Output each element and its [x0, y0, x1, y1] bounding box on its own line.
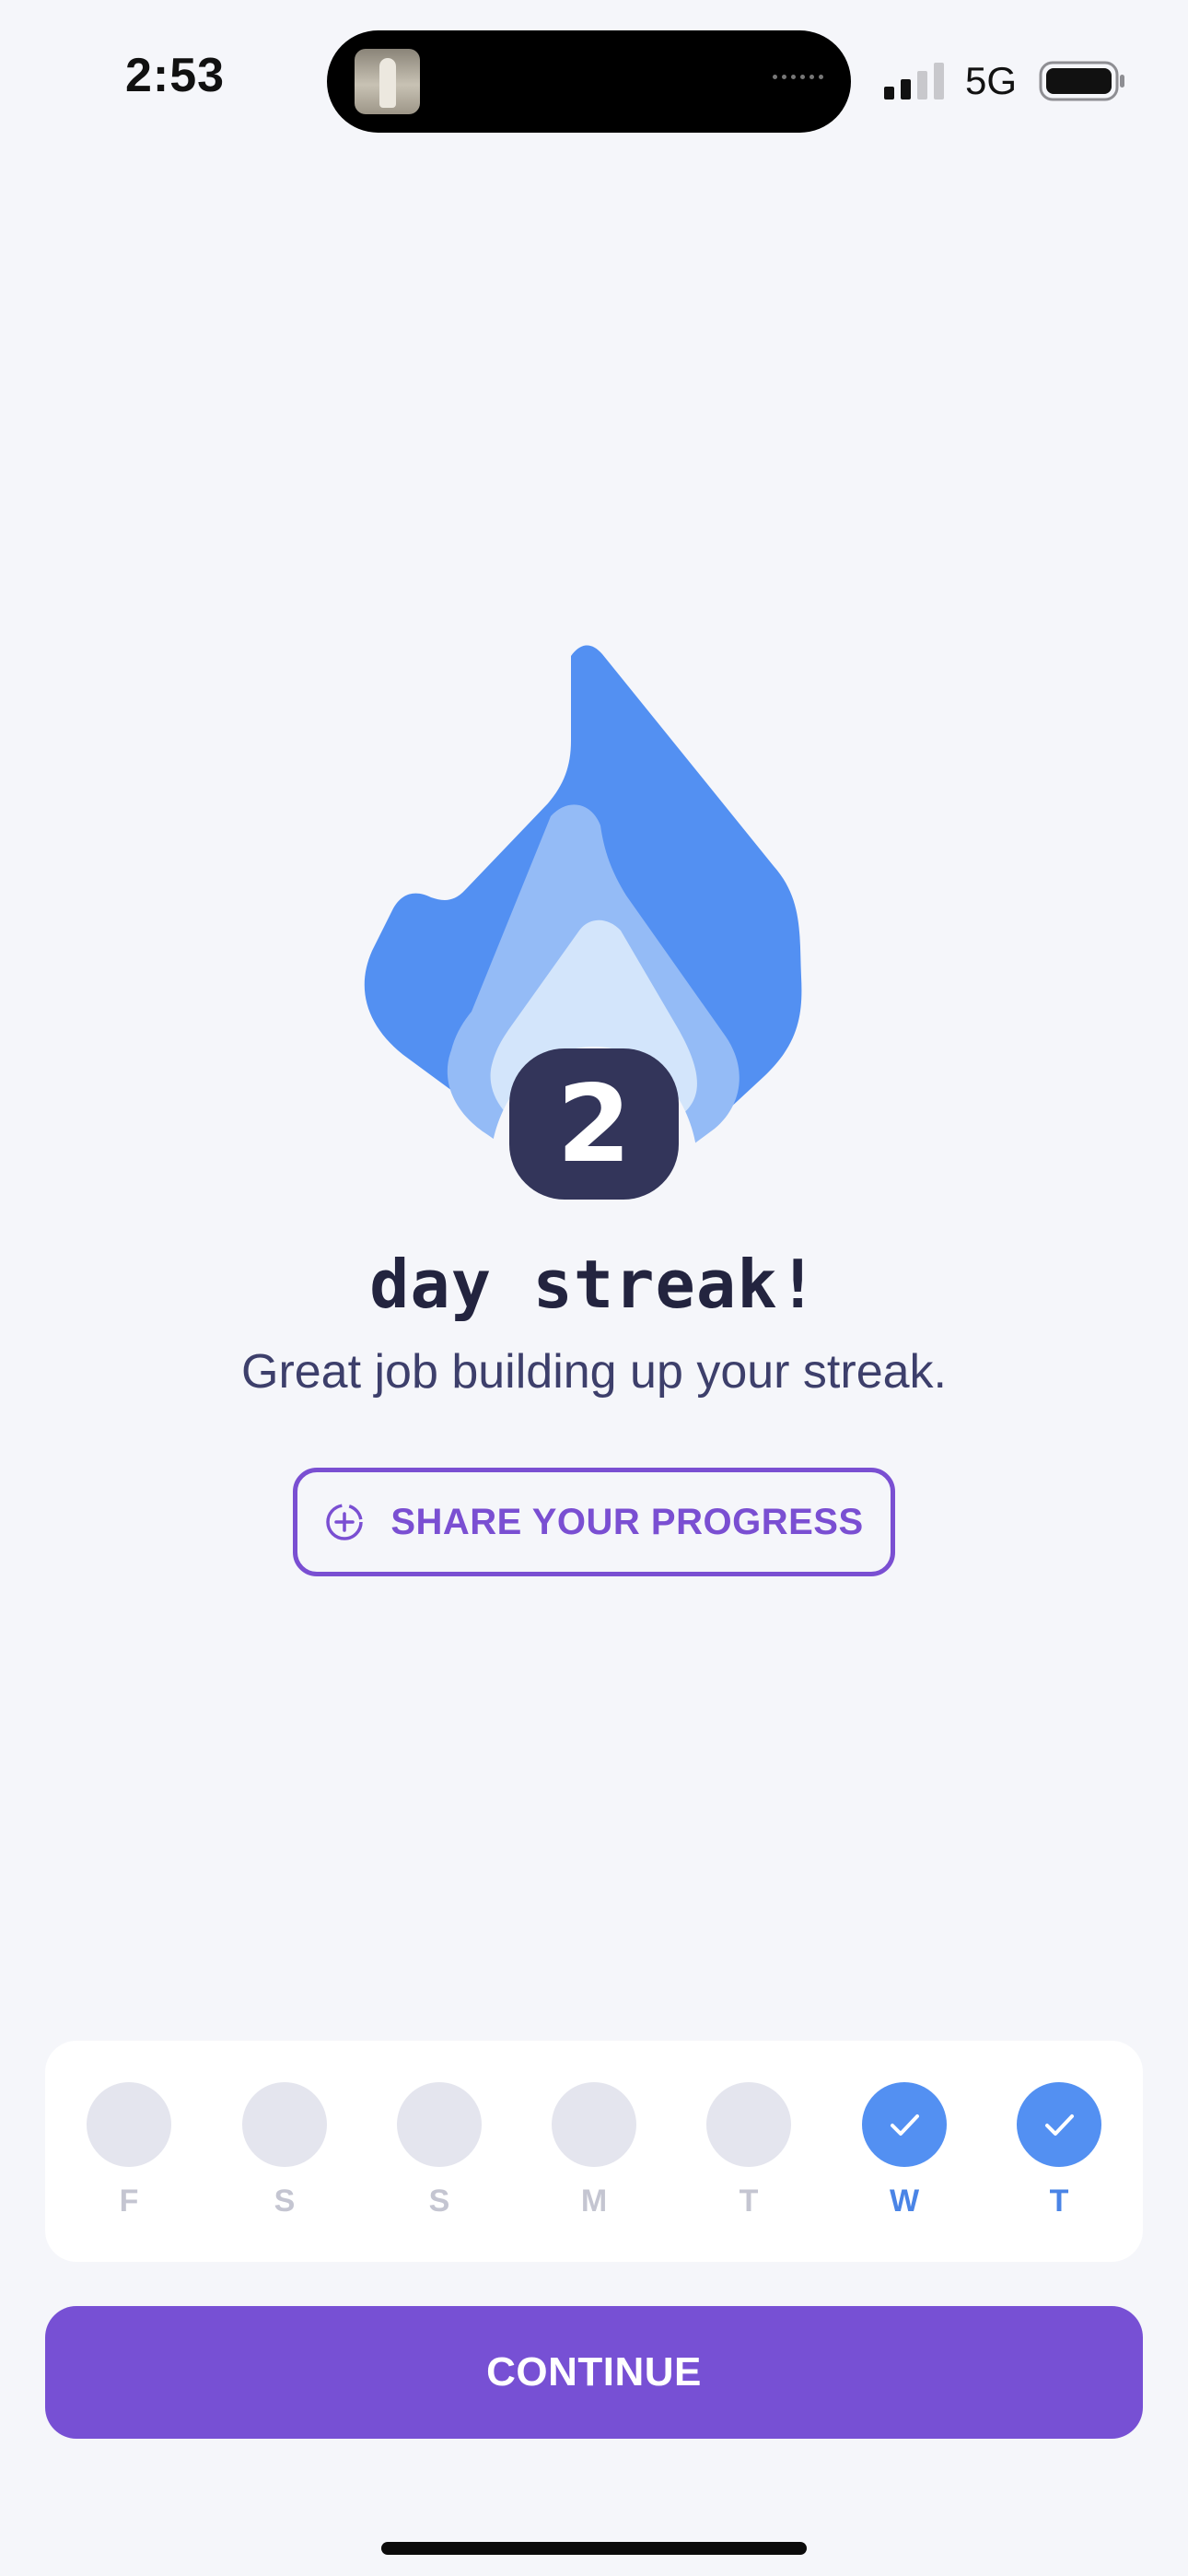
day-circle: [87, 2082, 171, 2167]
cellular-signal-icon: [884, 63, 944, 100]
day-label: W: [889, 2184, 920, 2219]
day-item-completed: W: [862, 2082, 947, 2239]
signal-bar-3: [917, 71, 927, 100]
day-label: T: [739, 2184, 759, 2219]
streak-count-badge: 2: [509, 1048, 679, 1200]
day-item-completed: T: [1017, 2082, 1101, 2239]
signal-bar-2: [901, 79, 911, 100]
dynamic-island[interactable]: [327, 30, 851, 133]
day-circle: [706, 2082, 791, 2167]
signal-bar-4: [934, 63, 944, 100]
day-label: M: [580, 2184, 608, 2219]
streak-subtitle: Great job building up your streak.: [241, 1345, 947, 1399]
day-item: M: [552, 2082, 636, 2239]
day-label: S: [274, 2184, 296, 2219]
checkmark-icon: [1045, 2114, 1074, 2136]
signal-bar-1: [884, 87, 894, 100]
day-label: F: [119, 2184, 139, 2219]
share-progress-button[interactable]: SHARE YOUR PROGRESS: [293, 1468, 895, 1576]
day-label: T: [1049, 2184, 1069, 2219]
home-indicator[interactable]: [381, 2542, 807, 2555]
share-progress-label: SHARE YOUR PROGRESS: [390, 1501, 864, 1542]
weekly-streak-card: F S S M T W T: [45, 2041, 1143, 2262]
day-circle: [242, 2082, 327, 2167]
streak-title: day streak!: [369, 1246, 819, 1323]
battery-full-icon: [1039, 61, 1124, 101]
now-playing-artwork[interactable]: [355, 49, 420, 114]
artwork-figure: [379, 58, 396, 108]
day-circle: [1017, 2082, 1101, 2167]
network-type: 5G: [965, 59, 1018, 102]
day-label: S: [428, 2184, 450, 2219]
checkmark-icon: [891, 2114, 919, 2136]
day-circle: [552, 2082, 636, 2167]
continue-button[interactable]: CONTINUE: [45, 2306, 1143, 2439]
day-circle: [397, 2082, 482, 2167]
audio-waveform-icon: [773, 75, 823, 79]
day-item: S: [397, 2082, 482, 2239]
day-item: T: [706, 2082, 791, 2239]
status-time: 2:53: [125, 49, 226, 102]
day-circle: [862, 2082, 947, 2167]
share-plus-icon: [326, 1504, 364, 1540]
day-item: S: [242, 2082, 327, 2239]
day-item: F: [87, 2082, 171, 2239]
